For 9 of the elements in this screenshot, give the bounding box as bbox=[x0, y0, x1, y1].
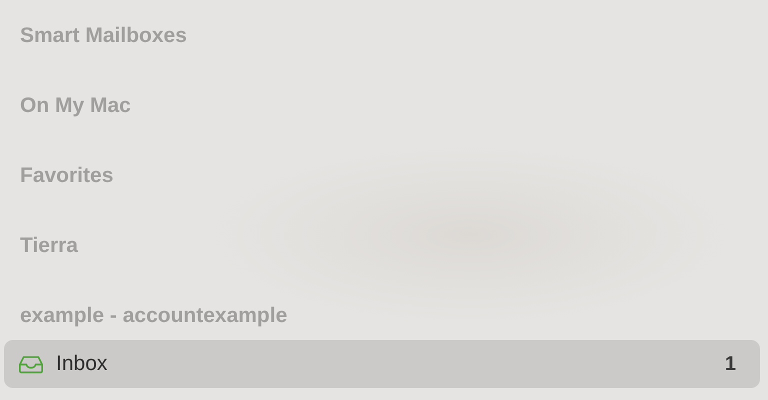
mailbox-label: Inbox bbox=[56, 352, 108, 376]
mailbox-item[interactable]: Inbox 1 bbox=[4, 340, 760, 388]
section-header[interactable]: example - accountexample bbox=[4, 302, 288, 340]
unread-count: 1 bbox=[724, 352, 736, 376]
tray-icon bbox=[18, 354, 44, 374]
section-header[interactable]: Smart Mailboxes bbox=[4, 22, 187, 92]
section-header[interactable]: Favorites bbox=[4, 162, 114, 232]
section-header[interactable]: Tierra bbox=[4, 232, 78, 302]
section-header[interactable]: On My Mac bbox=[4, 92, 131, 162]
